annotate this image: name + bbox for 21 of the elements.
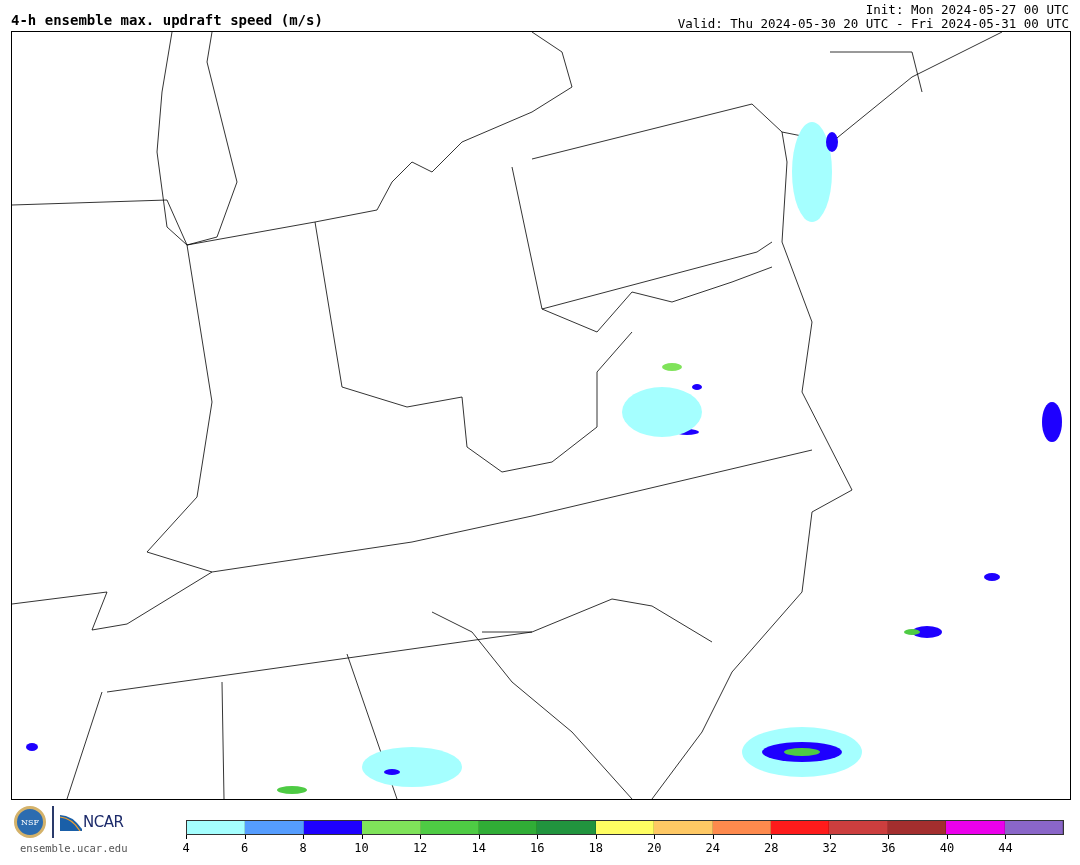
colorbar-label: 18 — [588, 841, 603, 855]
colorbar-label: 44 — [998, 841, 1013, 855]
colorbar-label: 10 — [354, 841, 369, 855]
colorbar-label: 16 — [529, 841, 545, 855]
swoosh-icon — [60, 813, 82, 831]
chart-title: 4-h ensemble max. updraft speed (m/s) — [11, 12, 323, 30]
colorbar-label: 6 — [240, 841, 249, 855]
colorbar-label: 4 — [182, 841, 190, 855]
colorbar-label: 12 — [412, 841, 428, 855]
colorbar-label: 24 — [705, 841, 720, 855]
colorbar-label: 14 — [471, 841, 486, 855]
init-time: Init: Mon 2024-05-27 00 UTC — [864, 3, 1069, 17]
colorbar-label: 32 — [822, 841, 838, 855]
seal-logo: NSF — [14, 806, 46, 838]
colorbar-label: 8 — [299, 841, 307, 855]
ncar-logo: NCAR — [83, 813, 124, 831]
colorbar-label: 20 — [647, 841, 662, 855]
colorbar-label: 36 — [881, 841, 896, 855]
valid-time: Valid: Thu 2024-05-30 20 UTC - Fri 2024-05-31 00 UTC — [677, 17, 1069, 31]
colorbar-label: 28 — [764, 841, 779, 855]
colorbar-label: 40 — [939, 841, 955, 855]
